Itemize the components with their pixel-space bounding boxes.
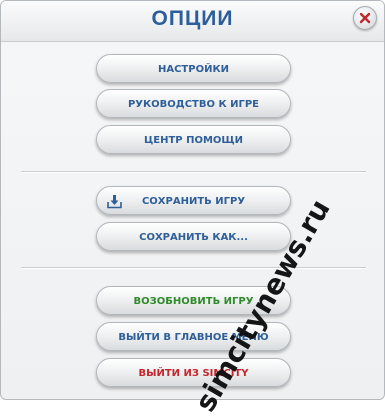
divider-1 <box>21 171 366 173</box>
dialog-title: ОПЦИИ <box>151 7 234 30</box>
close-button[interactable] <box>353 6 377 30</box>
resume-game-label: ВОЗОБНОВИТЬ ИГРУ <box>133 296 254 307</box>
settings-label: НАСТРОЙКИ <box>157 64 229 75</box>
save-as-button[interactable]: СОХРАНИТЬ КАК... <box>96 222 291 251</box>
exit-simcity-button[interactable]: ВЫЙТИ ИЗ SIMCITY <box>96 358 291 387</box>
help-center-button[interactable]: ЦЕНТР ПОМОЩИ <box>96 125 291 154</box>
dialog-header: ОПЦИИ <box>1 1 384 42</box>
save-game-button[interactable]: СОХРАНИТЬ ИГРУ <box>96 186 291 215</box>
game-guide-label: РУКОВОДСТВО К ИГРЕ <box>127 99 260 110</box>
help-center-label: ЦЕНТР ПОМОЩИ <box>143 135 244 146</box>
close-icon <box>359 12 371 24</box>
game-guide-button[interactable]: РУКОВОДСТВО К ИГРЕ <box>96 89 291 118</box>
divider-2 <box>21 267 366 269</box>
save-game-label: СОХРАНИТЬ ИГРУ <box>141 196 246 207</box>
settings-button[interactable]: НАСТРОЙКИ <box>96 54 291 83</box>
options-dialog: ОПЦИИ НАСТРОЙКИ РУКОВОДСТВО К ИГРЕ ЦЕНТР… <box>0 0 385 400</box>
save-as-label: СОХРАНИТЬ КАК... <box>139 232 248 243</box>
save-download-icon <box>107 195 122 209</box>
